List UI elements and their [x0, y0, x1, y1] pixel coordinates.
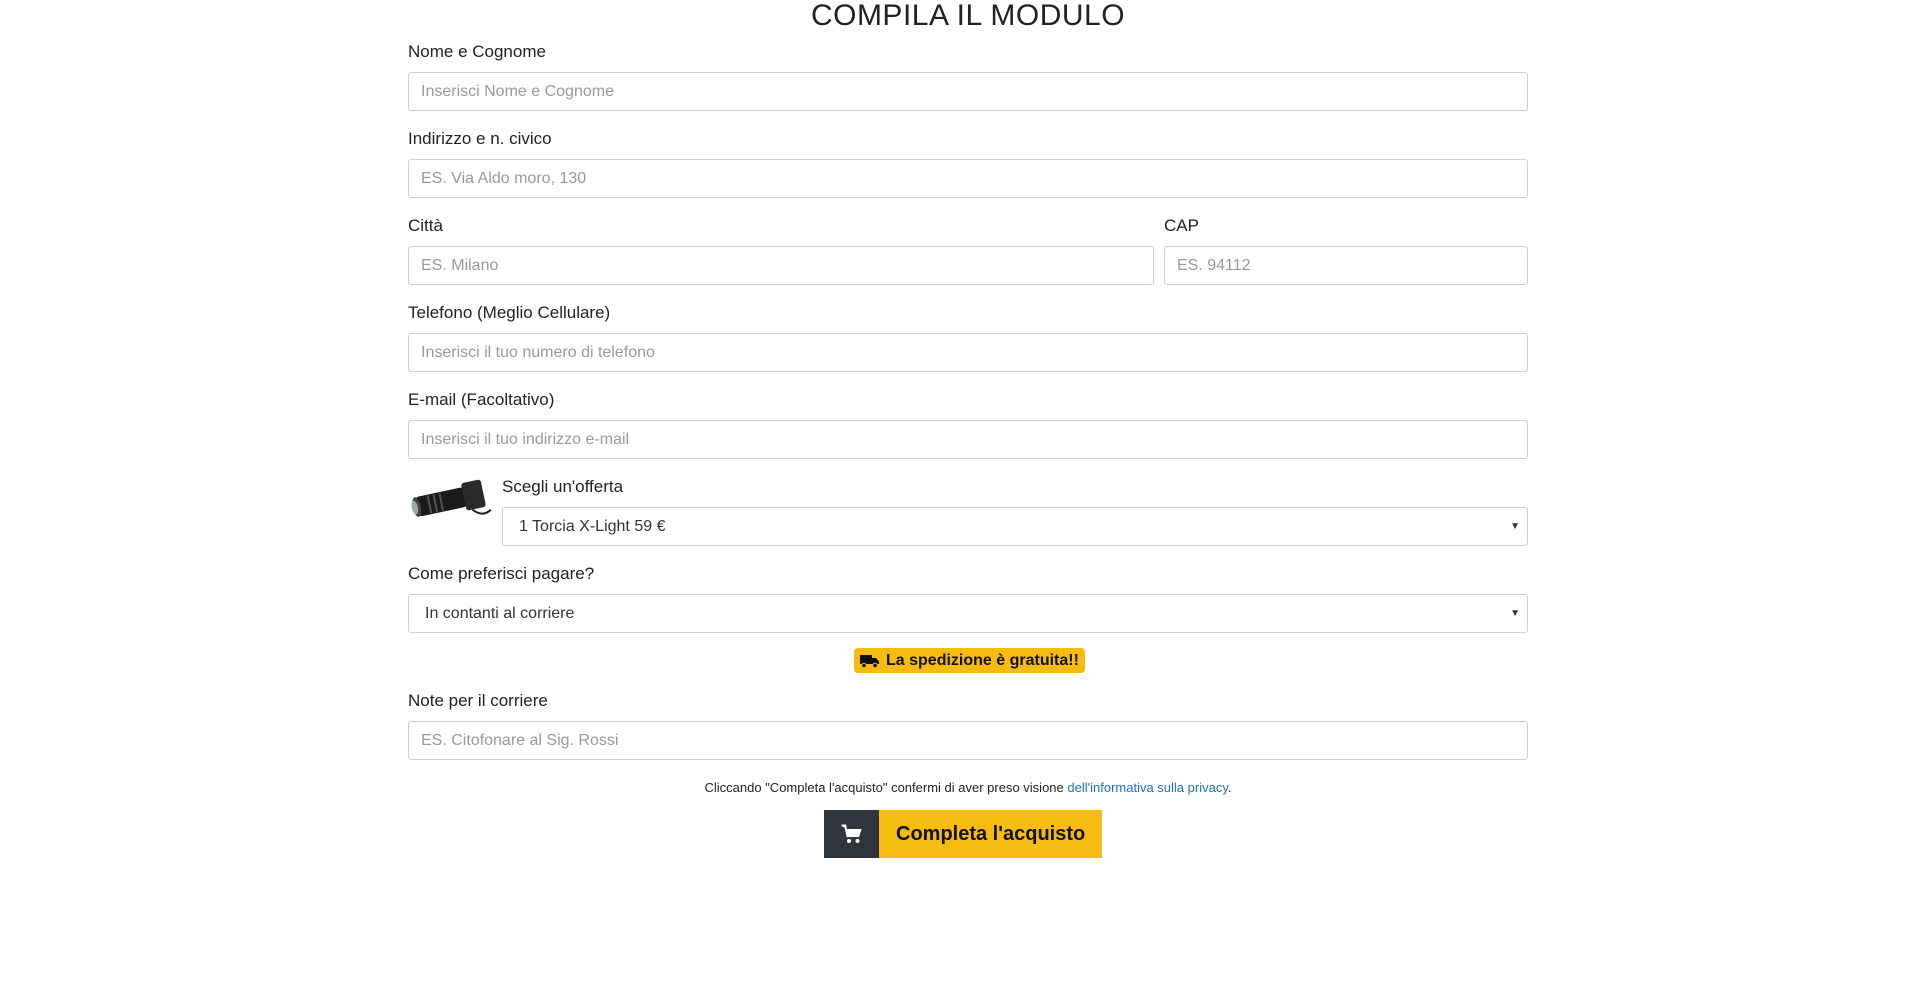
privacy-text: Cliccando "Completa l'acquisto" confermi…	[704, 780, 1068, 795]
city-label: Città	[408, 216, 443, 235]
cap-group: CAP	[1164, 216, 1528, 285]
truck-icon	[860, 654, 879, 668]
address-input[interactable]	[408, 159, 1528, 198]
payment-label: Come preferisci pagare?	[408, 564, 595, 583]
city-input[interactable]	[408, 246, 1154, 285]
offer-select[interactable]: 1 Torcia X-Light 59 € ▼	[502, 507, 1528, 546]
complete-purchase-button[interactable]: Completa l'acquisto	[824, 810, 1103, 858]
offer-selected-value: 1 Torcia X-Light 59 €	[502, 507, 1528, 546]
payment-selected-value: In contanti al corriere	[408, 594, 1528, 633]
address-label: Indirizzo e n. civico	[408, 129, 552, 148]
page-title: COMPILA IL MODULO	[810, 0, 1126, 32]
notes-group: Note per il corriere	[408, 691, 1528, 760]
privacy-suffix: .	[1227, 780, 1232, 795]
notes-label: Note per il corriere	[408, 691, 548, 710]
email-input[interactable]	[408, 420, 1528, 459]
notes-input[interactable]	[408, 721, 1528, 760]
cap-input[interactable]	[1164, 246, 1528, 285]
payment-group: Come preferisci pagare? In contanti al c…	[408, 564, 1528, 633]
chevron-down-icon: ▼	[1510, 521, 1520, 532]
name-input[interactable]	[408, 72, 1528, 111]
name-group: Nome e Cognome	[408, 42, 1528, 111]
city-group: Città	[408, 216, 1154, 285]
privacy-link[interactable]: dell'informativa sulla privacy	[1067, 780, 1227, 795]
privacy-notice: Cliccando "Completa l'acquisto" confermi…	[408, 780, 1528, 795]
order-form: COMPILA IL MODULO Nome e Cognome Indiriz…	[408, 0, 1528, 858]
offer-label: Scegli un'offerta	[502, 477, 624, 496]
offer-group: Scegli un'offerta 1 Torcia X-Light 59 € …	[502, 477, 1528, 546]
address-group: Indirizzo e n. civico	[408, 129, 1528, 198]
phone-input[interactable]	[408, 333, 1528, 372]
payment-select[interactable]: In contanti al corriere ▼	[408, 594, 1528, 633]
shipping-badge-text: La spedizione è gratuita!!	[886, 651, 1079, 669]
cap-label: CAP	[1164, 216, 1199, 235]
phone-group: Telefono (Meglio Cellulare)	[408, 303, 1528, 372]
name-label: Nome e Cognome	[408, 42, 546, 61]
phone-label: Telefono (Meglio Cellulare)	[408, 303, 611, 322]
email-group: E-mail (Facoltativo)	[408, 390, 1528, 459]
email-label: E-mail (Facoltativo)	[408, 390, 555, 409]
chevron-down-icon: ▼	[1510, 608, 1520, 619]
complete-purchase-label: Completa l'acquisto	[879, 810, 1103, 858]
shipping-badge: La spedizione è gratuita!!	[854, 648, 1085, 673]
flashlight-image	[408, 472, 492, 532]
cart-icon	[824, 810, 879, 858]
